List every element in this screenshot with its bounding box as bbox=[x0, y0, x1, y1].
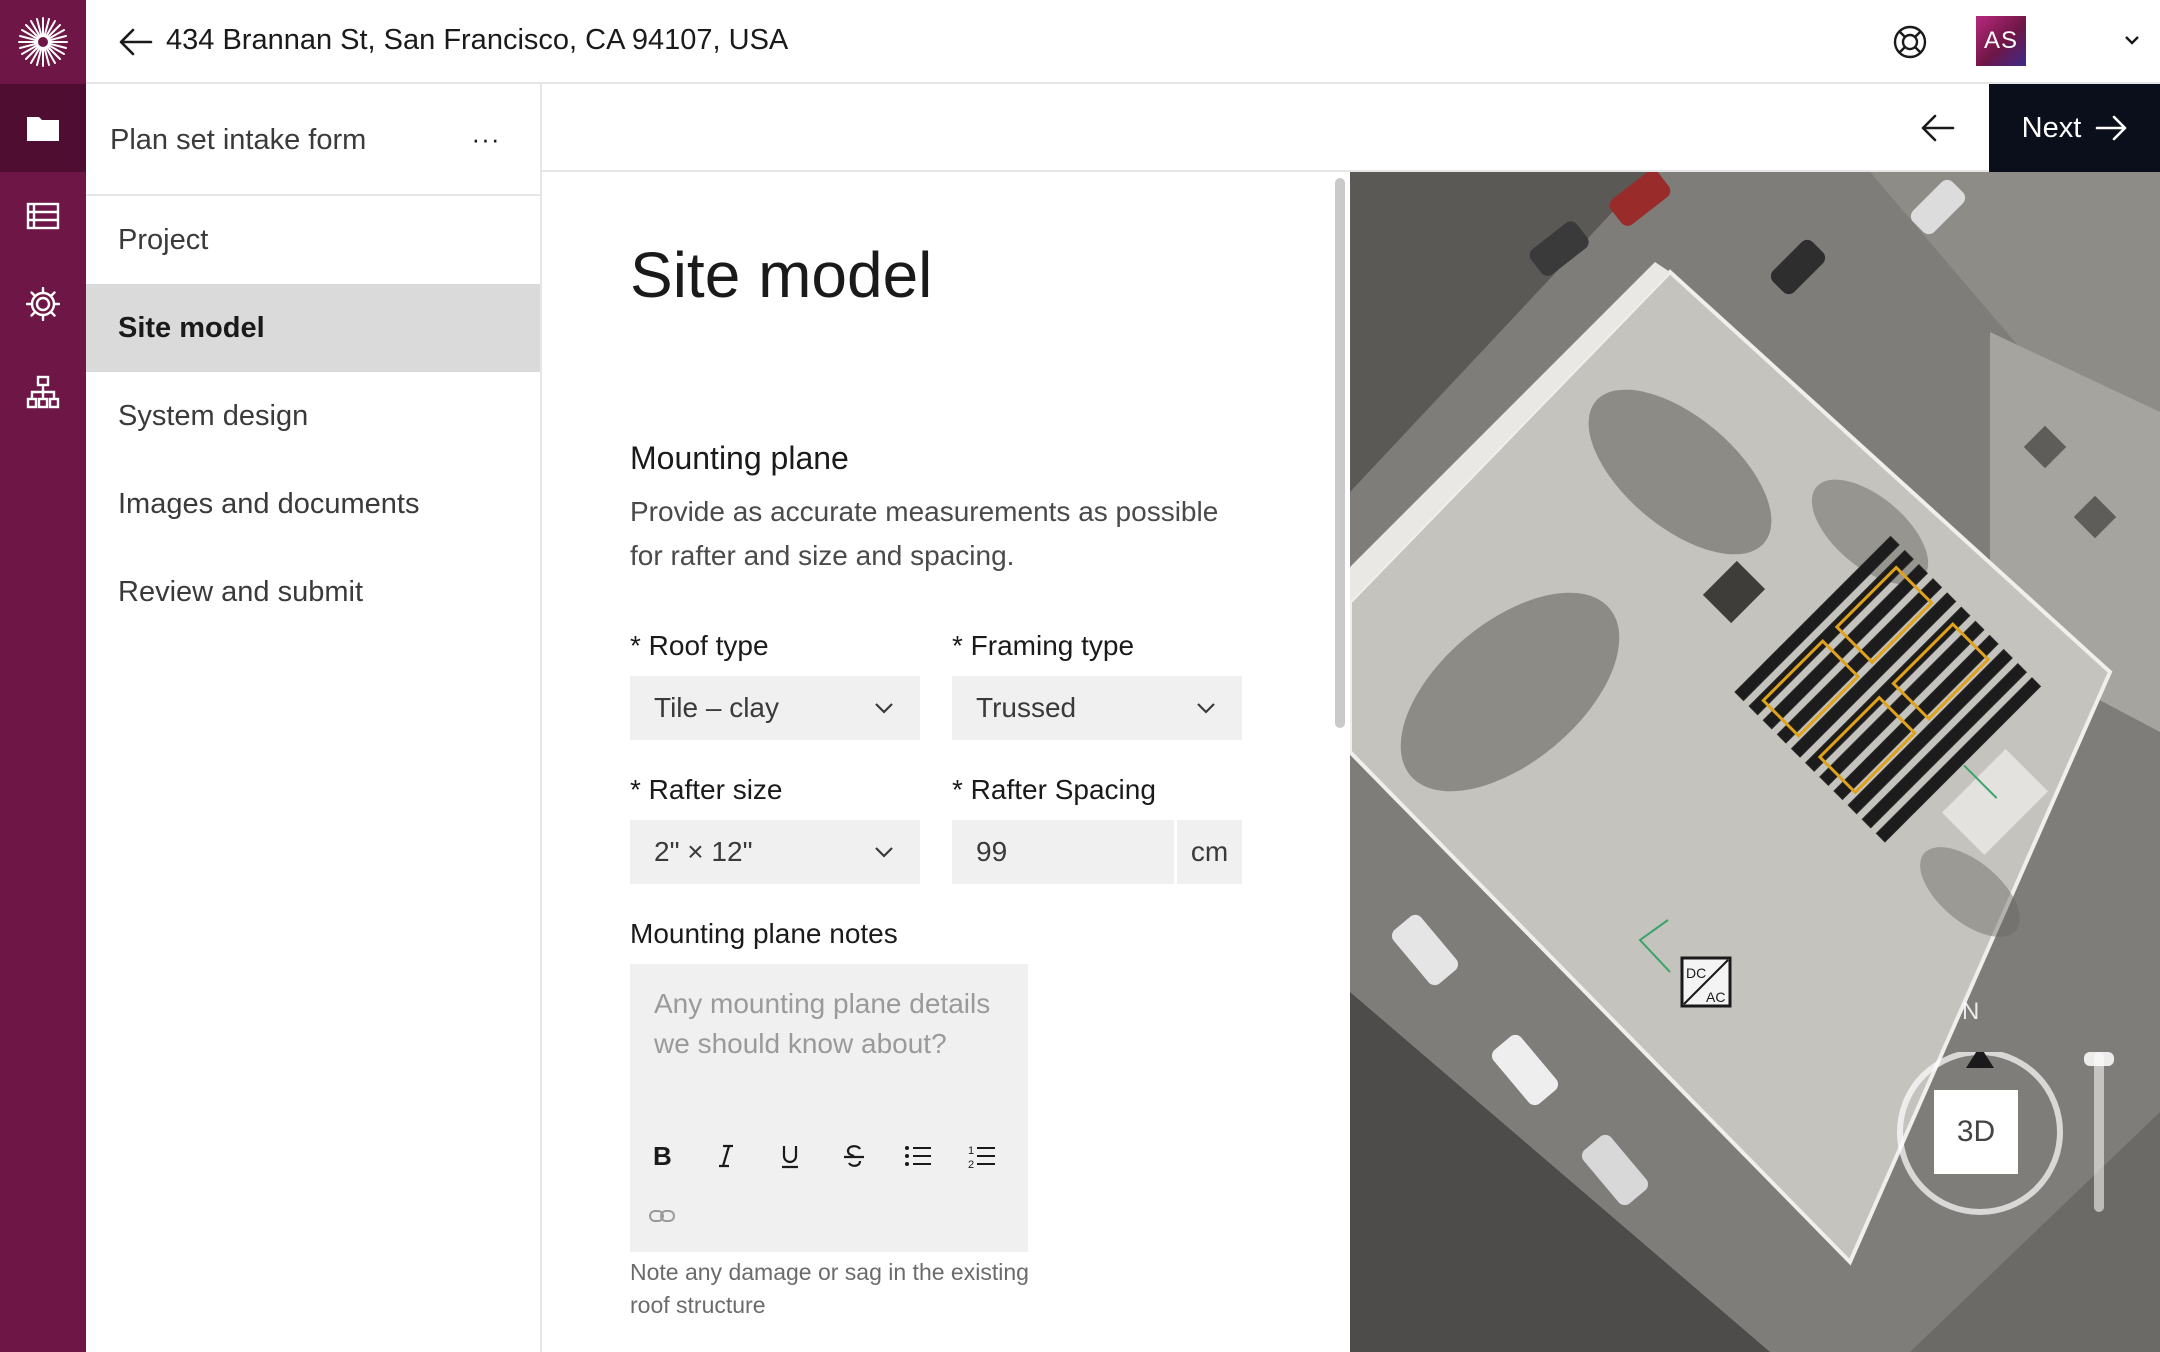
mounting-notes-placeholder: Any mounting plane details we should kno… bbox=[654, 988, 991, 1059]
roof-type-value: Tile – clay bbox=[654, 692, 780, 723]
previous-step-button[interactable] bbox=[1912, 102, 1964, 154]
strikethrough-icon[interactable] bbox=[834, 1136, 874, 1176]
page-title: Site model bbox=[630, 239, 933, 311]
next-button-label: Next bbox=[2021, 111, 2082, 144]
chevron-down-icon bbox=[1197, 703, 1215, 714]
sitemap-icon[interactable] bbox=[0, 348, 86, 436]
nav-item-images-documents[interactable]: Images and documents bbox=[86, 460, 540, 548]
roof-type-select[interactable]: Tile – clay bbox=[630, 676, 920, 740]
avatar[interactable]: AS bbox=[1976, 16, 2026, 66]
nav-header: Plan set intake form ··· bbox=[86, 84, 540, 196]
project-address: 434 Brannan St, San Francisco, CA 94107,… bbox=[166, 24, 789, 56]
chevron-down-icon bbox=[875, 847, 893, 858]
view-3d-button[interactable]: 3D bbox=[1934, 1090, 2018, 1174]
arrow-right-icon bbox=[2096, 115, 2127, 141]
site-model-form: Site model Mounting plane Provide as acc… bbox=[542, 172, 1350, 1352]
help-icon[interactable] bbox=[1886, 18, 1934, 66]
nav-item-project[interactable]: Project bbox=[86, 196, 540, 284]
section-description: Provide as accurate measurements as poss… bbox=[630, 496, 1219, 571]
framing-type-select[interactable]: Trussed bbox=[952, 676, 1242, 740]
brand-logo-icon[interactable] bbox=[0, 0, 86, 84]
back-arrow-icon[interactable] bbox=[114, 20, 158, 64]
folder-icon[interactable] bbox=[0, 84, 86, 172]
app-rail bbox=[0, 0, 86, 1352]
svg-text:B: B bbox=[653, 1143, 672, 1169]
chevron-down-icon bbox=[875, 703, 893, 714]
svg-text:1: 1 bbox=[968, 1145, 974, 1157]
list-icon[interactable] bbox=[0, 172, 86, 260]
nav-item-site-model[interactable]: Site model bbox=[86, 284, 540, 372]
next-step-button[interactable]: Next bbox=[1989, 84, 2160, 172]
chevron-down-icon[interactable] bbox=[2120, 28, 2144, 52]
rafter-spacing-input[interactable]: 99 bbox=[952, 820, 1174, 884]
dc-label: DC bbox=[1686, 965, 1706, 981]
link-icon[interactable] bbox=[642, 1196, 682, 1236]
numbered-list-icon[interactable]: 12 bbox=[962, 1136, 1002, 1176]
more-options-icon[interactable]: ··· bbox=[468, 124, 504, 154]
mounting-notes-help: Note any damage or sag in the existing r… bbox=[630, 1259, 1029, 1318]
mounting-notes-editor[interactable]: Any mounting plane details we should kno… bbox=[630, 964, 1028, 1252]
framing-type-value: Trussed bbox=[976, 692, 1077, 723]
mounting-notes-label: Mounting plane notes bbox=[630, 918, 898, 949]
rafter-size-label: * Rafter size bbox=[630, 774, 783, 805]
italic-icon[interactable] bbox=[706, 1136, 746, 1176]
rafter-size-select[interactable]: 2" × 12" bbox=[630, 820, 920, 884]
framing-type-label: * Framing type bbox=[952, 630, 1135, 661]
gear-icon[interactable] bbox=[0, 260, 86, 348]
rafter-spacing-unit: cm bbox=[1177, 820, 1242, 884]
underline-icon[interactable] bbox=[770, 1136, 810, 1176]
dc-ac-equipment-marker: DC AC bbox=[1680, 956, 1732, 1008]
section-title: Mounting plane bbox=[630, 440, 849, 476]
bullet-list-icon[interactable] bbox=[898, 1136, 938, 1176]
compass-north-label: N bbox=[1962, 998, 1980, 1025]
intake-nav-panel: Plan set intake form ··· Project Site mo… bbox=[86, 84, 542, 1352]
top-bar: 434 Brannan St, San Francisco, CA 94107,… bbox=[86, 0, 2160, 84]
bold-icon[interactable]: B bbox=[642, 1136, 682, 1176]
ac-label: AC bbox=[1706, 989, 1725, 1005]
roof-type-label: * Roof type bbox=[630, 630, 769, 661]
rafter-spacing-value: 99 bbox=[976, 836, 1008, 867]
form-scrollbar[interactable] bbox=[1335, 178, 1345, 728]
nav-item-review-submit[interactable]: Review and submit bbox=[86, 548, 540, 636]
svg-text:2: 2 bbox=[968, 1159, 974, 1170]
nav-title: Plan set intake form bbox=[110, 124, 367, 156]
rafter-size-value: 2" × 12" bbox=[654, 836, 753, 867]
nav-item-system-design[interactable]: System design bbox=[86, 372, 540, 460]
step-toolbar: Next bbox=[542, 84, 2160, 172]
rafter-spacing-label: * Rafter Spacing bbox=[952, 774, 1156, 805]
